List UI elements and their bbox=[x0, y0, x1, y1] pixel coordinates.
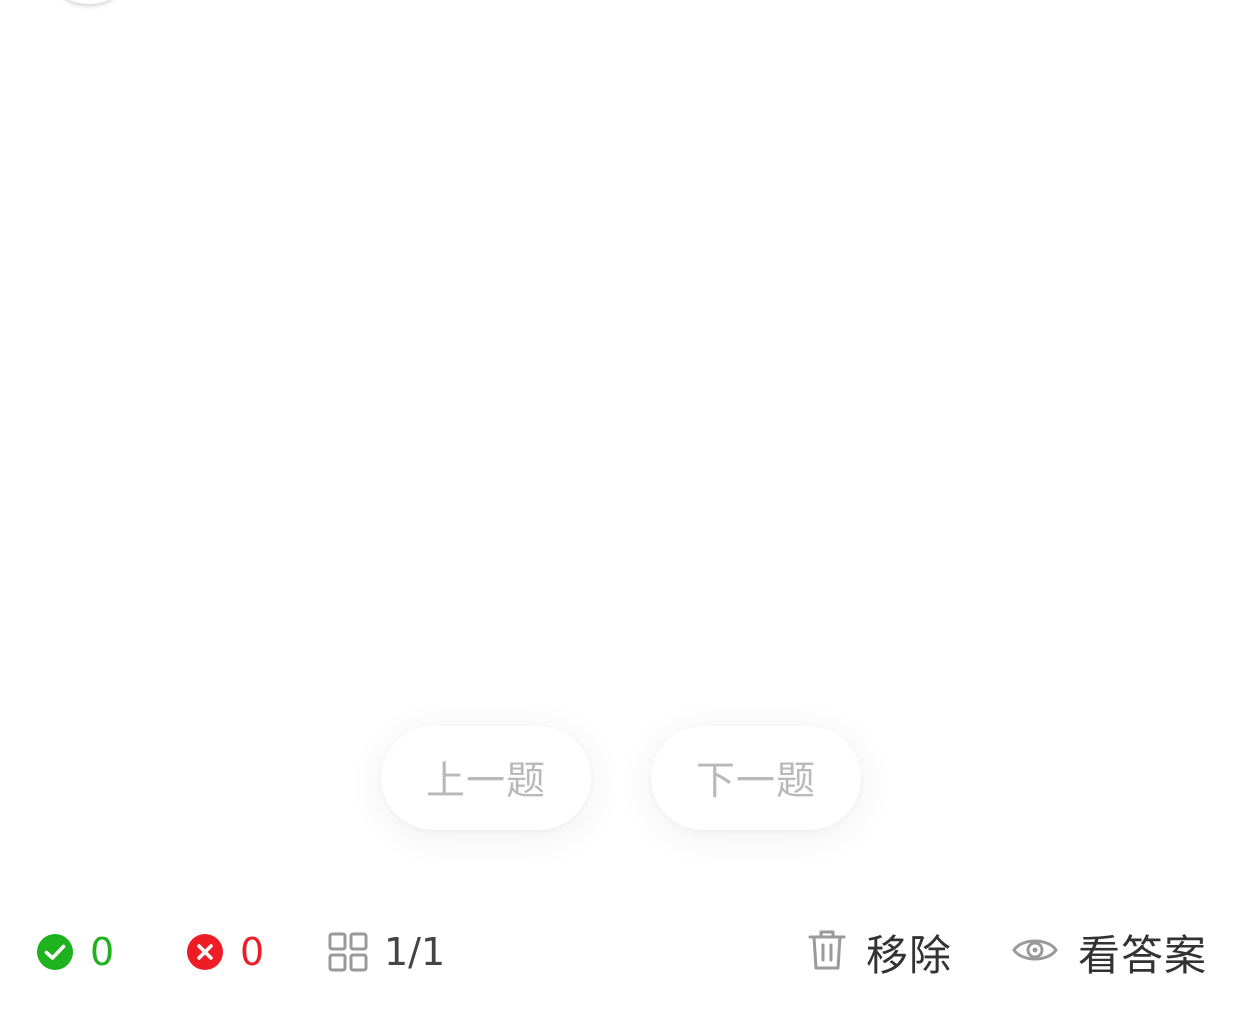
correct-count-stat: 0 bbox=[36, 900, 114, 1004]
avatar[interactable] bbox=[62, 0, 116, 4]
question-page: 上一题 下一题 0 0 1/1 移除 看答案 bbox=[0, 0, 1242, 1035]
x-circle-icon bbox=[186, 933, 224, 971]
check-circle-icon bbox=[36, 933, 74, 971]
question-navigation: 上一题 下一题 bbox=[0, 726, 1242, 832]
view-answer-label: 看答案 bbox=[1078, 930, 1208, 980]
remove-label: 移除 bbox=[866, 930, 953, 980]
progress-stat[interactable]: 1/1 bbox=[328, 900, 445, 1004]
next-question-label: 下一题 bbox=[695, 759, 816, 804]
view-answer-button[interactable]: 看答案 bbox=[1012, 900, 1207, 1004]
progress-value: 1/1 bbox=[384, 930, 446, 974]
correct-count: 0 bbox=[90, 930, 115, 974]
wrong-count-stat: 0 bbox=[186, 900, 264, 1004]
previous-question-button[interactable]: 上一题 bbox=[381, 726, 591, 830]
trash-icon bbox=[808, 929, 846, 975]
grid-icon bbox=[328, 932, 368, 972]
bottom-toolbar: 0 0 1/1 移除 看答案 bbox=[0, 900, 1242, 1004]
eye-icon bbox=[1012, 934, 1058, 970]
wrong-count: 0 bbox=[240, 930, 265, 974]
previous-question-label: 上一题 bbox=[425, 759, 546, 804]
remove-button[interactable]: 移除 bbox=[808, 900, 952, 1004]
next-question-button[interactable]: 下一题 bbox=[651, 726, 861, 830]
